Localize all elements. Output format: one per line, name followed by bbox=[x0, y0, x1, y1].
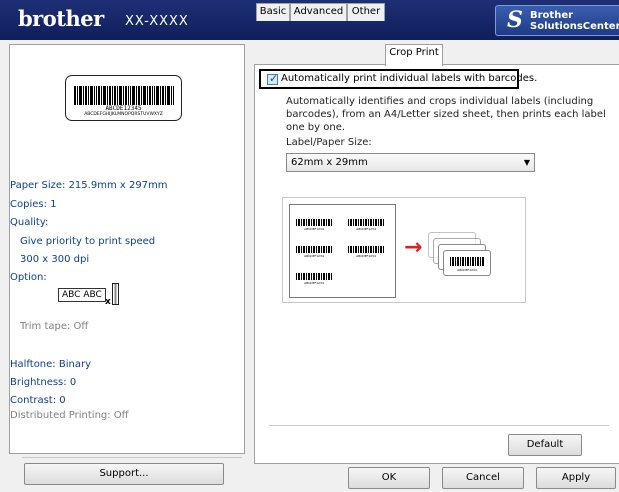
sheet-label: ABCDEF1234 bbox=[296, 273, 332, 285]
distributed-printing-info: Distributed Printing: Off bbox=[10, 410, 129, 421]
copies-info: Copies: 1 bbox=[10, 199, 57, 210]
sheet-label: ABCDEF1234 bbox=[296, 246, 332, 258]
trim-tape-info: Trim tape: Off bbox=[20, 321, 89, 332]
label-paper-size-select[interactable]: 62mm x 29mm ▼ bbox=[286, 153, 535, 172]
sheet-illustration: ABCDEF1234 ABCDEF1234 ABCDEF1234 ABCDEF1… bbox=[289, 204, 396, 298]
default-button[interactable]: Default bbox=[508, 434, 582, 456]
crop-print-description: Automatically identifies and crops indiv… bbox=[286, 96, 606, 133]
barcode-number: ABCDE12345 bbox=[105, 105, 142, 112]
ok-button[interactable]: OK bbox=[348, 467, 430, 489]
option-label: Option: bbox=[10, 272, 47, 283]
sheet-label-code: ABCDEF1234 bbox=[304, 281, 324, 285]
cancel-button[interactable]: Cancel bbox=[442, 467, 524, 489]
chevron-down-icon: ▼ bbox=[523, 158, 530, 167]
resolution-info: 300 x 300 dpi bbox=[20, 254, 90, 265]
arrow-right-icon: → bbox=[404, 235, 423, 260]
tape-cut-icon bbox=[112, 283, 119, 305]
solutions-center-label: Brother SolutionsCenter bbox=[530, 10, 619, 32]
auto-print-option[interactable]: ✓ Automatically print individual labels … bbox=[259, 69, 537, 89]
quality-value: Give priority to print speed bbox=[20, 236, 156, 247]
solutions-center-line1: Brother bbox=[530, 10, 574, 21]
sheet-label-code: ABCDEF1234 bbox=[304, 227, 324, 231]
quality-label: Quality: bbox=[10, 217, 49, 228]
tab-crop-print[interactable]: Crop Print bbox=[385, 44, 443, 66]
left-divider bbox=[22, 457, 242, 458]
label-paper-size-label: Label/Paper Size: bbox=[286, 137, 372, 148]
sheet-label-code: ABCDEF1234 bbox=[356, 227, 376, 231]
paper-size-info: Paper Size: 215.9mm x 297mm bbox=[10, 180, 168, 191]
label-preview: ABCDE12345 ABCDEFGHIJKLMNOPQRSTUVWXYZ bbox=[65, 75, 182, 121]
solutions-center-line2: SolutionsCenter bbox=[530, 21, 619, 32]
solutions-center-icon: S bbox=[507, 7, 523, 33]
option-tape-preview: ABC ABC bbox=[58, 288, 106, 302]
cropped-label-card: ABCDEF1234 bbox=[443, 250, 491, 276]
panel-divider bbox=[269, 425, 609, 426]
checkmark-icon: ✓ bbox=[269, 72, 279, 85]
apply-button[interactable]: Apply bbox=[536, 467, 616, 489]
tab-advanced[interactable]: Advanced bbox=[290, 3, 347, 21]
settings-summary-panel: ABCDE12345 ABCDEFGHIJKLMNOPQRSTUVWXYZ Pa… bbox=[9, 44, 245, 458]
auto-print-checkbox[interactable]: ✓ bbox=[267, 72, 279, 85]
auto-print-checkbox-label[interactable]: Automatically print individual labels wi… bbox=[281, 73, 537, 84]
brightness-info: Brightness: 0 bbox=[10, 377, 77, 388]
tab-other[interactable]: Other bbox=[347, 3, 385, 21]
cropped-label-code: ABCDEF1234 bbox=[457, 268, 477, 272]
sheet-label: ABCDEF1234 bbox=[296, 219, 332, 231]
crop-print-panel: ✓ Automatically print individual labels … bbox=[254, 64, 619, 464]
support-button[interactable]: Support... bbox=[24, 463, 224, 485]
sheet-label-code: ABCDEF1234 bbox=[356, 254, 376, 258]
barcode-caption: ABCDEFGHIJKLMNOPQRSTUVWXYZ bbox=[84, 112, 163, 117]
sheet-label: ABCDEF1234 bbox=[348, 219, 384, 231]
label-paper-size-value: 62mm x 29mm bbox=[291, 157, 368, 168]
halftone-info: Halftone: Binary bbox=[10, 359, 91, 370]
crop-print-illustration: ABCDEF1234 ABCDEF1234 ABCDEF1234 ABCDEF1… bbox=[282, 197, 526, 303]
barcode-image bbox=[74, 86, 174, 105]
sheet-label-code: ABCDEF1234 bbox=[304, 254, 324, 258]
contrast-info: Contrast: 0 bbox=[10, 395, 66, 406]
sheet-label: ABCDEF1234 bbox=[348, 246, 384, 258]
option-multiplier: x bbox=[105, 297, 111, 307]
model-name: XX-XXXX bbox=[125, 14, 189, 29]
brother-logo: brother bbox=[18, 6, 104, 31]
solutions-center-button[interactable]: S Brother SolutionsCenter bbox=[495, 5, 619, 36]
tab-basic[interactable]: Basic bbox=[256, 3, 290, 21]
